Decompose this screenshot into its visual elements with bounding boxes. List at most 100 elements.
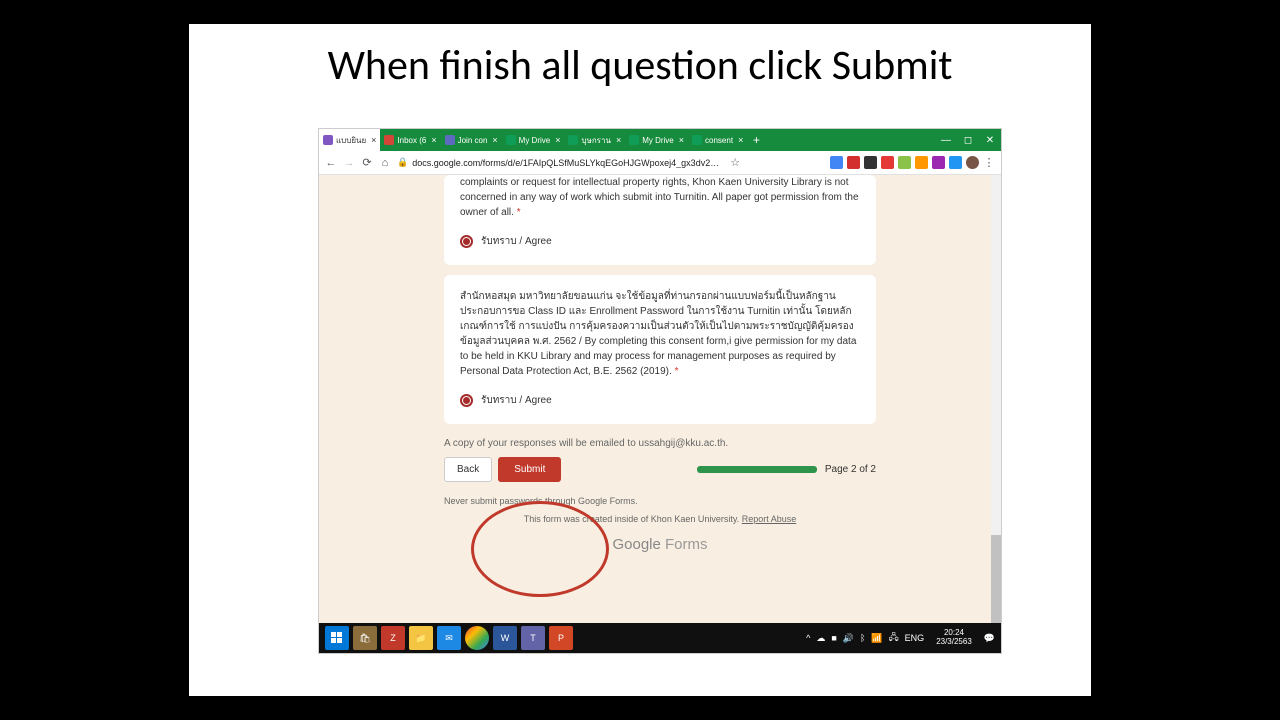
window-maximize-icon[interactable]: ◻: [957, 129, 979, 151]
form-question-card: complaints or request for intellectual p…: [444, 175, 876, 265]
nav-forward-icon[interactable]: →: [343, 157, 355, 169]
tab-close-icon[interactable]: ×: [492, 135, 497, 145]
favicon-icon: [323, 135, 333, 145]
tab-close-icon[interactable]: ×: [738, 135, 743, 145]
question-text: สำนักหอสมุด มหาวิทยาลัยขอนแก่น จะใช้ข้อม…: [460, 289, 860, 379]
kebab-menu-icon[interactable]: ⋮: [983, 157, 995, 169]
tray-wifi-icon[interactable]: 📶: [871, 633, 882, 644]
page-content: complaints or request for intellectual p…: [319, 175, 1001, 653]
tab-close-icon[interactable]: ×: [616, 135, 621, 145]
tab-label: Inbox (6: [397, 136, 426, 145]
tab-label: บุษกราน: [581, 134, 610, 147]
browser-tab[interactable]: Join con ×: [441, 129, 502, 151]
scroll-thumb[interactable]: [991, 535, 1001, 635]
extension-icon[interactable]: [932, 156, 945, 169]
browser-tab[interactable]: Inbox (6 ×: [380, 129, 440, 151]
favicon-icon: [506, 135, 516, 145]
extension-icon[interactable]: [847, 156, 860, 169]
tab-label: My Drive: [642, 136, 674, 145]
taskbar-mail-icon[interactable]: ✉: [437, 626, 461, 650]
tab-label: Join con: [458, 136, 488, 145]
extension-icon[interactable]: [898, 156, 911, 169]
tray-volume-icon[interactable]: 🔊: [843, 633, 854, 644]
taskbar-app-icon[interactable]: Z: [381, 626, 405, 650]
nav-back-icon[interactable]: ←: [325, 157, 337, 169]
window-minimize-icon[interactable]: —: [935, 129, 957, 151]
extension-icon[interactable]: [915, 156, 928, 169]
tab-label: แบบยินย: [336, 134, 366, 147]
page-indicator: Page 2 of 2: [825, 464, 876, 475]
radio-option[interactable]: รับทราบ / Agree: [460, 393, 860, 408]
browser-tab[interactable]: My Drive ×: [625, 129, 688, 151]
system-tray: ^ ☁ ■ 🔊 ᛒ 📶 🖧 ENG 20:24 23/3/2563 💬: [806, 629, 1001, 647]
url-text: docs.google.com/forms/d/e/1FAIpQLSfMuSLY…: [412, 158, 719, 168]
favicon-icon: [568, 135, 578, 145]
extensions-row: ⋮: [830, 156, 995, 169]
url-field[interactable]: 🔒 docs.google.com/forms/d/e/1FAIpQLSfMuS…: [397, 157, 719, 168]
new-tab-button[interactable]: +: [747, 133, 765, 147]
slide-title: When finish all question click Submit: [189, 40, 1091, 91]
report-abuse-link[interactable]: Report Abuse: [742, 514, 797, 524]
radio-selected-icon: [460, 394, 473, 407]
taskbar-powerpoint-icon[interactable]: P: [549, 626, 573, 650]
progress-bar: [697, 466, 817, 473]
taskbar-word-icon[interactable]: W: [493, 626, 517, 650]
taskbar-chrome-icon[interactable]: [465, 626, 489, 650]
tray-language[interactable]: ENG: [905, 633, 925, 643]
browser-tab[interactable]: บุษกราน ×: [564, 129, 625, 151]
extension-icon[interactable]: [881, 156, 894, 169]
radio-label: รับทราบ / Agree: [481, 393, 552, 408]
windows-taskbar: 🛍 Z 📁 ✉ W T P ^ ☁ ■ 🔊 ᛒ 📶 🖧 ENG 20:24 23…: [319, 623, 1001, 653]
required-asterisk: *: [517, 207, 521, 218]
browser-tab[interactable]: consent ×: [688, 129, 747, 151]
tab-strip: แบบยินย × Inbox (6 × Join con × My Drive…: [319, 129, 1001, 151]
browser-tab-active[interactable]: แบบยินย ×: [319, 129, 380, 151]
browser-window: แบบยินย × Inbox (6 × Join con × My Drive…: [318, 128, 1002, 654]
favicon-icon: [445, 135, 455, 145]
radio-label: รับทราบ / Agree: [481, 234, 552, 249]
tray-notifications-icon[interactable]: 💬: [984, 633, 995, 644]
form-column: complaints or request for intellectual p…: [444, 175, 876, 553]
favicon-icon: [384, 135, 394, 145]
form-button-row: Back Submit Page 2 of 2: [444, 457, 876, 482]
taskbar-clock[interactable]: 20:24 23/3/2563: [930, 629, 978, 647]
window-close-icon[interactable]: ✕: [979, 129, 1001, 151]
bookmark-star-icon[interactable]: ☆: [729, 157, 741, 169]
tab-label: My Drive: [519, 136, 551, 145]
extension-icon[interactable]: [949, 156, 962, 169]
tab-close-icon[interactable]: ×: [679, 135, 684, 145]
back-button[interactable]: Back: [444, 457, 492, 482]
lock-icon: 🔒: [397, 157, 408, 168]
start-menu-icon[interactable]: [325, 626, 349, 650]
tab-close-icon[interactable]: ×: [431, 135, 436, 145]
avatar-icon[interactable]: [966, 156, 979, 169]
tray-network-icon[interactable]: 🖧: [889, 630, 899, 646]
window-controls: — ◻ ✕: [935, 129, 1001, 151]
radio-selected-icon: [460, 235, 473, 248]
taskbar-file-explorer-icon[interactable]: 📁: [409, 626, 433, 650]
form-question-card: สำนักหอสมุด มหาวิทยาลัยขอนแก่น จะใช้ข้อม…: [444, 275, 876, 424]
extension-icon[interactable]: [864, 156, 877, 169]
nav-reload-icon[interactable]: ⟳: [361, 157, 373, 169]
favicon-icon: [629, 135, 639, 145]
radio-option[interactable]: รับทราบ / Agree: [460, 234, 860, 249]
email-copy-note: A copy of your responses will be emailed…: [444, 438, 876, 449]
required-asterisk: *: [675, 366, 679, 377]
taskbar-app-icon[interactable]: 🛍: [353, 626, 377, 650]
nav-home-icon[interactable]: ⌂: [379, 157, 391, 169]
tab-close-icon[interactable]: ×: [371, 135, 376, 145]
tray-chevron-icon[interactable]: ^: [806, 633, 810, 643]
taskbar-teams-icon[interactable]: T: [521, 626, 545, 650]
extension-icon[interactable]: [830, 156, 843, 169]
tray-onedrive-icon[interactable]: ☁: [816, 633, 825, 644]
google-forms-logo[interactable]: Google Forms: [444, 536, 876, 553]
tab-close-icon[interactable]: ×: [555, 135, 560, 145]
address-bar: ← → ⟳ ⌂ 🔒 docs.google.com/forms/d/e/1FAI…: [319, 151, 1001, 175]
tray-bluetooth-icon[interactable]: ᛒ: [860, 633, 865, 643]
progress-wrap: Page 2 of 2: [697, 464, 876, 475]
submit-button[interactable]: Submit: [498, 457, 561, 482]
password-warning: Never submit passwords through Google Fo…: [444, 496, 876, 506]
tray-battery-icon[interactable]: ■: [831, 633, 836, 643]
scrollbar[interactable]: [991, 175, 1001, 653]
browser-tab[interactable]: My Drive ×: [502, 129, 565, 151]
